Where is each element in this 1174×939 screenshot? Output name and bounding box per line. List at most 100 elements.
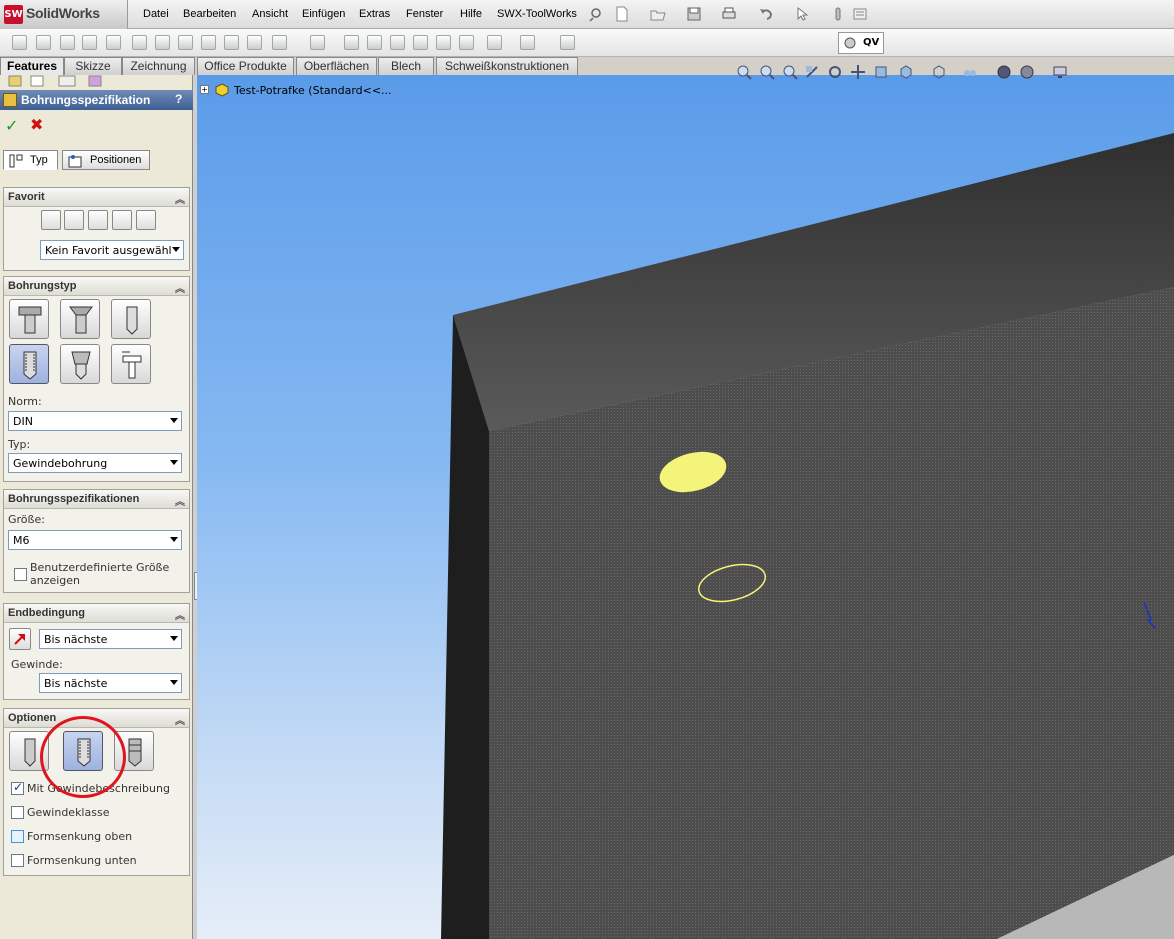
save-favorite-button[interactable] <box>112 210 132 230</box>
tapped-hole-button[interactable] <box>9 344 49 384</box>
part-model[interactable] <box>197 75 1174 939</box>
pan-icon[interactable] <box>850 64 866 80</box>
formsenkung-oben-checkbox[interactable] <box>11 830 24 843</box>
sweep-icon[interactable] <box>60 35 75 50</box>
solidworks-logo[interactable]: SW SolidWorks <box>0 0 128 29</box>
part-icon[interactable] <box>214 82 230 98</box>
tab-zeichnung[interactable]: Zeichnung <box>122 57 195 75</box>
rotate-view-icon[interactable] <box>827 64 843 80</box>
extrude-icon[interactable] <box>12 35 27 50</box>
draft-icon[interactable] <box>367 35 382 50</box>
cut-sweep-icon[interactable] <box>178 35 193 50</box>
cut-revolve-icon[interactable] <box>155 35 170 50</box>
tree-expand-icon[interactable]: + <box>200 85 209 94</box>
menu-ansicht[interactable]: Ansicht <box>252 8 288 20</box>
side-face[interactable] <box>441 315 489 939</box>
revolve-icon[interactable] <box>36 35 51 50</box>
menu-swx-toolworks[interactable]: SWX-ToolWorks <box>497 8 577 20</box>
tab-office-produkte[interactable]: Office Produkte <box>197 57 294 75</box>
formsenkung-unten-checkbox[interactable] <box>11 854 24 867</box>
loft-icon[interactable] <box>82 35 97 50</box>
open-icon[interactable] <box>650 6 666 22</box>
rib-icon[interactable] <box>344 35 359 50</box>
collapse-icon[interactable]: ︽ <box>175 712 185 727</box>
curves-icon[interactable] <box>520 35 535 50</box>
zoom-to-fit-icon[interactable] <box>736 64 752 80</box>
groesse-select[interactable]: M6 <box>8 530 182 550</box>
tab-features[interactable]: Features <box>0 57 64 76</box>
typ-select[interactable]: Gewindebohrung <box>8 453 182 473</box>
dome-icon[interactable] <box>436 35 451 50</box>
edit-appearance-icon[interactable] <box>962 64 978 80</box>
shell-icon[interactable] <box>390 35 405 50</box>
display-manager-icon[interactable] <box>88 75 104 87</box>
help-button[interactable]: ? <box>175 92 182 106</box>
collapse-icon[interactable]: ︽ <box>175 493 185 508</box>
apply-favorite-button[interactable] <box>41 210 61 230</box>
add-favorite-button[interactable] <box>64 210 84 230</box>
chamfer-icon[interactable] <box>272 35 287 50</box>
pipe-tap-button[interactable] <box>60 344 100 384</box>
graphics-area[interactable]: + Test-Potrafke (Standard<<... <box>197 75 1174 939</box>
hole-wizard-icon[interactable] <box>224 35 239 50</box>
tab-schweisskonstruktionen[interactable]: Schweißkonstruktionen <box>436 57 578 75</box>
gewindeklasse-checkbox[interactable] <box>11 806 24 819</box>
fillet-icon[interactable] <box>247 35 262 50</box>
pattern-icon[interactable] <box>310 35 325 50</box>
menu-datei[interactable]: Datei <box>143 8 169 20</box>
instant3d-icon[interactable] <box>560 35 575 50</box>
section-view-icon[interactable] <box>804 64 820 80</box>
cancel-button[interactable]: ✖ <box>30 115 43 134</box>
boundary-icon[interactable] <box>106 35 121 50</box>
view-settings-icon[interactable] <box>1019 64 1035 80</box>
hide-show-items-icon[interactable] <box>931 64 947 80</box>
bohrungstyp-header[interactable]: Bohrungstyp ︽ <box>4 277 189 296</box>
favorit-select[interactable]: Kein Favorit ausgewähl <box>40 240 184 260</box>
mit-gewindebeschreibung-checkbox[interactable] <box>11 780 24 795</box>
menu-extras[interactable]: Extras <box>359 8 390 20</box>
cut-extrude-icon[interactable] <box>132 35 147 50</box>
norm-select[interactable]: DIN <box>8 411 182 431</box>
previous-view-icon[interactable] <box>782 64 798 80</box>
feature-tree-icon[interactable] <box>8 75 24 87</box>
favorit-header[interactable]: Favorit ︽ <box>4 188 189 207</box>
apply-scene-icon[interactable] <box>996 64 1012 80</box>
part-name[interactable]: Test-Potrafke (Standard<<... <box>234 84 392 97</box>
endbedingung-select[interactable]: Bis nächste <box>39 629 182 649</box>
monitor-icon[interactable] <box>1052 64 1068 80</box>
countersink-button[interactable] <box>60 299 100 339</box>
bohrungsspezifikationen-header[interactable]: Bohrungsspezifikationen ︽ <box>4 490 189 509</box>
load-favorite-button[interactable] <box>136 210 156 230</box>
wrap-icon[interactable] <box>413 35 428 50</box>
quickview-button[interactable]: QV <box>838 32 884 54</box>
select-cursor-icon[interactable] <box>794 6 810 22</box>
configuration-manager-icon[interactable] <box>58 75 78 87</box>
menu-bearbeiten[interactable]: Bearbeiten <box>183 8 236 20</box>
endbedingung-header[interactable]: Endbedingung ︽ <box>4 604 189 623</box>
collapse-icon[interactable]: ︽ <box>175 280 185 295</box>
zoom-to-area-icon[interactable] <box>759 64 775 80</box>
collapse-icon[interactable]: ︽ <box>175 191 185 206</box>
legacy-hole-button[interactable] <box>111 344 151 384</box>
delete-favorite-button[interactable] <box>88 210 108 230</box>
counterbore-button[interactable] <box>9 299 49 339</box>
collapse-icon[interactable]: ︽ <box>175 607 185 622</box>
display-style-icon[interactable] <box>898 64 914 80</box>
reference-geometry-icon[interactable] <box>487 35 502 50</box>
menu-hilfe[interactable]: Hilfe <box>460 8 482 20</box>
reverse-direction-button[interactable] <box>9 628 31 650</box>
save-icon[interactable] <box>686 6 702 22</box>
mirror-icon[interactable] <box>459 35 474 50</box>
menu-fenster[interactable]: Fenster <box>406 8 443 20</box>
print-icon[interactable] <box>721 6 737 22</box>
tab-skizze[interactable]: Skizze <box>64 57 122 75</box>
undo-icon[interactable] <box>758 6 774 22</box>
new-document-icon[interactable] <box>614 6 630 22</box>
options-icon[interactable] <box>852 6 868 22</box>
tab-blech[interactable]: Blech <box>378 57 434 75</box>
property-manager-icon[interactable] <box>30 75 46 87</box>
rebuild-icon[interactable] <box>830 6 846 22</box>
cut-loft-icon[interactable] <box>201 35 216 50</box>
custom-size-checkbox[interactable] <box>14 568 27 581</box>
gewinde-select[interactable]: Bis nächste <box>39 673 182 693</box>
